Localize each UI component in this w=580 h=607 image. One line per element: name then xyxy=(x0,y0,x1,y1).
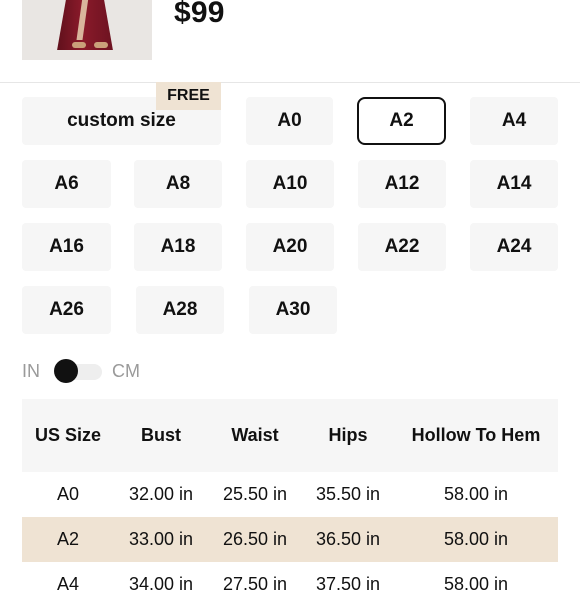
table-header-row: US Size Bust Waist Hips Hollow To Hem xyxy=(22,399,558,472)
table-cell: A0 xyxy=(56,484,80,504)
column-header-bust: Bust xyxy=(141,425,181,445)
table-cell: 37.50 in xyxy=(315,574,381,594)
table-cell: 58.00 in xyxy=(443,529,509,549)
size-option-a30[interactable]: A30 xyxy=(249,286,337,334)
switch-knob xyxy=(54,359,78,383)
unit-label-in[interactable]: IN xyxy=(22,361,40,382)
table-cell: 58.00 in xyxy=(443,484,509,504)
table-row: A4 34.00 in 27.50 in 37.50 in 58.00 in xyxy=(22,562,558,607)
size-option-a14[interactable]: A14 xyxy=(470,160,558,208)
table-row-highlighted: A2 33.00 in 26.50 in 36.50 in 58.00 in xyxy=(22,517,558,562)
size-option-a2[interactable]: A2 xyxy=(357,97,446,145)
size-option-a28[interactable]: A28 xyxy=(136,286,224,334)
column-header-us-size: US Size xyxy=(34,425,102,445)
table-cell: 36.50 in xyxy=(315,529,381,549)
product-thumbnail[interactable] xyxy=(22,0,152,60)
table-cell: 32.00 in xyxy=(128,484,194,504)
table-cell: 25.50 in xyxy=(222,484,288,504)
size-option-a12[interactable]: A12 xyxy=(358,160,446,208)
column-header-hips: Hips xyxy=(328,425,368,445)
column-header-waist: Waist xyxy=(231,425,279,445)
size-option-a20[interactable]: A20 xyxy=(246,223,334,271)
size-option-a22[interactable]: A22 xyxy=(358,223,446,271)
column-header-hollow-to-hem: Hollow To Hem xyxy=(411,425,541,445)
table-cell: 33.00 in xyxy=(128,529,194,549)
table-cell: 26.50 in xyxy=(222,529,288,549)
size-option-a0[interactable]: A0 xyxy=(246,97,333,145)
unit-toggle: IN CM xyxy=(22,358,140,384)
unit-switch[interactable] xyxy=(54,359,102,383)
size-option-a10[interactable]: A10 xyxy=(246,160,334,208)
table-cell: 27.50 in xyxy=(222,574,288,594)
table-cell: A4 xyxy=(56,574,80,594)
product-price: $99 xyxy=(174,0,225,29)
table-cell: 58.00 in xyxy=(443,574,509,594)
size-option-a24[interactable]: A24 xyxy=(470,223,558,271)
table-cell: 35.50 in xyxy=(315,484,381,504)
size-option-a6[interactable]: A6 xyxy=(22,160,111,208)
free-badge: FREE xyxy=(156,82,221,110)
size-option-a18[interactable]: A18 xyxy=(134,223,222,271)
product-header: $99 xyxy=(0,0,580,83)
size-option-a4[interactable]: A4 xyxy=(470,97,558,145)
size-option-a26[interactable]: A26 xyxy=(22,286,111,334)
size-option-a8[interactable]: A8 xyxy=(134,160,222,208)
table-row: A0 32.00 in 25.50 in 35.50 in 58.00 in xyxy=(22,472,558,517)
table-cell: A2 xyxy=(56,529,80,549)
unit-label-cm[interactable]: CM xyxy=(112,361,140,382)
size-chart-table: US Size Bust Waist Hips Hollow To Hem A0… xyxy=(22,399,558,607)
size-option-a16[interactable]: A16 xyxy=(22,223,111,271)
table-cell: 34.00 in xyxy=(128,574,194,594)
